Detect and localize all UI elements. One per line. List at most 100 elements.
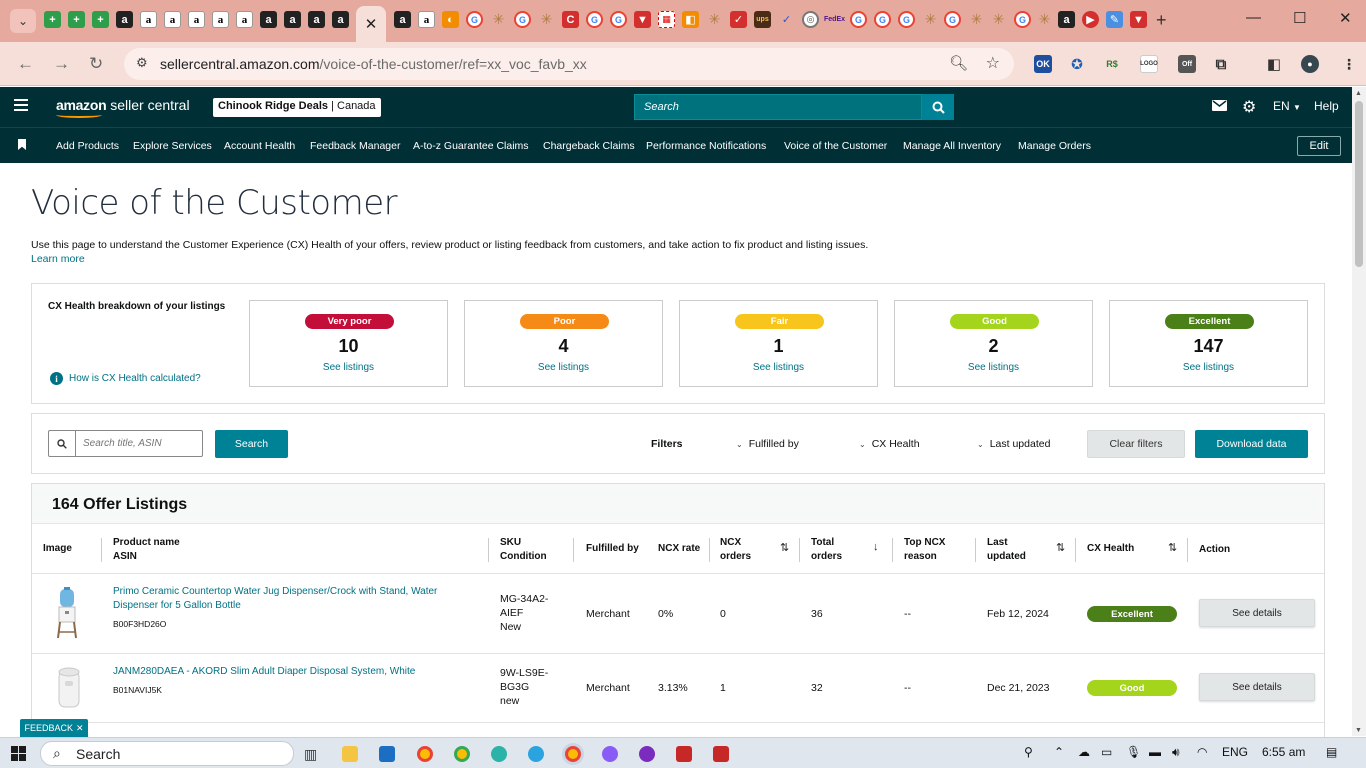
water-dispenser-thumbnail[interactable] bbox=[52, 587, 82, 639]
tab-favicon-amazon-icon[interactable]: a bbox=[260, 11, 277, 28]
new-tab-button[interactable]: + bbox=[1156, 10, 1167, 31]
tab-favicon-checker-icon[interactable]: ▦ bbox=[658, 11, 675, 28]
shortcut-performance-notifications[interactable]: Performance Notifications bbox=[646, 140, 766, 152]
tab-favicon-taco-icon[interactable]: ◐ bbox=[442, 11, 459, 28]
close-window-icon[interactable]: ✕ bbox=[1339, 9, 1352, 27]
settings-gear-icon[interactable]: ⚙ bbox=[1242, 97, 1256, 117]
see-details-button[interactable]: See details bbox=[1199, 599, 1315, 627]
browser-menu-icon[interactable]: ⋮ bbox=[1340, 55, 1358, 73]
back-arrow-icon[interactable]: ← bbox=[17, 54, 34, 74]
scroll-up-icon[interactable]: ▲ bbox=[1355, 90, 1362, 97]
fulfilled-by-dropdown[interactable]: ⌄ Fulfilled by bbox=[736, 438, 799, 450]
bookmark-icon[interactable] bbox=[18, 139, 26, 150]
scroll-down-icon[interactable]: ▼ bbox=[1355, 727, 1362, 734]
scrollbar-thumb[interactable] bbox=[1355, 101, 1363, 267]
shortcut-voice-of-customer[interactable]: Voice of the Customer bbox=[784, 140, 887, 152]
tab-favicon-plus-icon[interactable]: + bbox=[44, 11, 61, 28]
shortcut-a-to-z-claims[interactable]: A-to-z Guarantee Claims bbox=[413, 140, 529, 152]
chrome-profile-icon[interactable] bbox=[454, 746, 470, 762]
tab-favicon-fedex-icon[interactable]: FedEx bbox=[824, 11, 845, 28]
sort-down-arrow-icon[interactable]: ↓ bbox=[873, 541, 879, 553]
forward-arrow-icon[interactable]: → bbox=[53, 54, 70, 74]
tab-favicon-google-icon[interactable]: G bbox=[586, 11, 603, 28]
active-tab-close-icon[interactable]: ✕ bbox=[356, 6, 386, 42]
tab-search-chevron-icon[interactable]: ⌄ bbox=[10, 9, 36, 33]
microphone-icon[interactable]: 🎙︎ bbox=[1126, 745, 1141, 759]
shortcut-add-products[interactable]: Add Products bbox=[56, 140, 119, 152]
file-explorer-icon[interactable] bbox=[342, 746, 358, 762]
tab-favicon-loading-icon[interactable]: ✳ bbox=[538, 11, 555, 28]
url-text[interactable]: sellercentral.amazon.com/voice-of-the-cu… bbox=[160, 56, 587, 72]
cx-health-dropdown[interactable]: ⌄ CX Health bbox=[859, 438, 920, 450]
tab-favicon-ups-icon[interactable]: ups bbox=[754, 11, 771, 28]
display-icon[interactable]: ▭ bbox=[1101, 745, 1112, 759]
messages-mail-icon[interactable] bbox=[1212, 100, 1227, 114]
clock-time[interactable]: 6:55 am bbox=[1262, 745, 1305, 759]
extension-ok-icon[interactable]: OK bbox=[1034, 55, 1052, 73]
extension-rs-icon[interactable]: R$ bbox=[1103, 55, 1121, 73]
side-panel-icon[interactable]: ◧ bbox=[1265, 55, 1283, 73]
tab-favicon-youtube-icon[interactable]: ▶ bbox=[1082, 11, 1099, 28]
chrome-icon[interactable] bbox=[417, 746, 433, 762]
tab-favicon-google-icon[interactable]: G bbox=[944, 11, 961, 28]
tab-favicon-orange-icon[interactable]: ◧ bbox=[682, 11, 699, 28]
tab-favicon-google-icon[interactable]: G bbox=[850, 11, 867, 28]
tab-favicon-loading-icon[interactable]: ✳ bbox=[1036, 11, 1053, 28]
col-ncx-orders[interactable]: NCX orders bbox=[720, 536, 751, 564]
task-view-icon[interactable]: ▥ bbox=[304, 746, 320, 762]
mcafee-icon[interactable] bbox=[713, 746, 729, 762]
telegram-icon[interactable] bbox=[528, 746, 544, 762]
learn-more-link[interactable]: Learn more bbox=[31, 253, 85, 265]
store-selector[interactable]: Chinook Ridge Deals | Canada bbox=[213, 98, 381, 117]
see-listings-link[interactable]: See listings bbox=[1110, 362, 1307, 373]
tab-favicon-google-icon[interactable]: G bbox=[610, 11, 627, 28]
input-language[interactable]: ENG bbox=[1222, 745, 1248, 759]
tab-favicon-loading-icon[interactable]: ✳ bbox=[922, 11, 939, 28]
minimize-icon[interactable]: — bbox=[1246, 9, 1261, 26]
tab-favicon-google-icon[interactable]: G bbox=[514, 11, 531, 28]
see-listings-link[interactable]: See listings bbox=[250, 362, 447, 373]
people-icon[interactable]: ⚲ bbox=[1024, 745, 1033, 759]
product-name-link[interactable]: Primo Ceramic Countertop Water Jug Dispe… bbox=[113, 585, 473, 613]
reload-icon[interactable]: ↻ bbox=[89, 54, 103, 74]
shortcut-account-health[interactable]: Account Health bbox=[224, 140, 295, 152]
seller-central-logo[interactable]: amazon seller central bbox=[56, 97, 190, 118]
see-details-button[interactable]: See details bbox=[1199, 673, 1315, 701]
tab-favicon-amazon-icon[interactable]: a bbox=[1058, 11, 1075, 28]
tab-favicon-google-icon[interactable]: G bbox=[898, 11, 915, 28]
tab-favicon-amazon-icon[interactable]: a bbox=[284, 11, 301, 28]
profile-avatar[interactable]: ● bbox=[1301, 55, 1319, 73]
sort-updown-icon[interactable]: ⇅ bbox=[780, 541, 789, 554]
chrome-active-icon[interactable] bbox=[565, 746, 581, 762]
tab-favicon-google-icon[interactable]: G bbox=[1014, 11, 1031, 28]
tab-favicon-amazon-icon[interactable]: a bbox=[332, 11, 349, 28]
tab-favicon-amazon-icon[interactable]: a bbox=[164, 11, 181, 28]
clear-filters-button[interactable]: Clear filters bbox=[1087, 430, 1185, 458]
tab-favicon-amazon-icon[interactable]: a bbox=[418, 11, 435, 28]
col-cx-health[interactable]: CX Health bbox=[1087, 542, 1134, 556]
tab-favicon-amazon-icon[interactable]: a bbox=[308, 11, 325, 28]
tab-favicon-amazon-icon[interactable]: a bbox=[212, 11, 229, 28]
tab-favicon-pencil-icon[interactable]: ✎ bbox=[1106, 11, 1123, 28]
tab-favicon-amazon-icon[interactable]: a bbox=[394, 11, 411, 28]
tab-favicon-canada-post-icon[interactable]: ▼ bbox=[634, 11, 651, 28]
see-listings-link[interactable]: See listings bbox=[680, 362, 877, 373]
tab-favicon-red-icon[interactable]: C bbox=[562, 11, 579, 28]
tab-favicon-loading-icon[interactable]: ✳ bbox=[990, 11, 1007, 28]
windows-start-icon[interactable] bbox=[11, 746, 26, 761]
listing-search-input[interactable] bbox=[77, 432, 201, 455]
edit-shortcuts-button[interactable]: Edit bbox=[1297, 136, 1341, 156]
search-button[interactable]: Search bbox=[215, 430, 288, 458]
see-listings-link[interactable]: See listings bbox=[465, 362, 662, 373]
tab-favicon-amazon-icon[interactable]: a bbox=[236, 11, 253, 28]
extension-logo-icon[interactable]: LOGO bbox=[1140, 55, 1158, 73]
volume-icon[interactable]: 🔊︎ bbox=[1172, 745, 1180, 760]
tab-favicon-google-icon[interactable]: G bbox=[466, 11, 483, 28]
language-selector[interactable]: EN ▼ bbox=[1273, 99, 1301, 113]
edge-icon[interactable] bbox=[491, 746, 507, 762]
tab-favicon-google-icon[interactable]: G bbox=[874, 11, 891, 28]
header-search-button[interactable] bbox=[922, 94, 954, 120]
zoom-app-icon[interactable] bbox=[639, 746, 655, 762]
cloud-icon[interactable]: ☁ bbox=[1078, 745, 1090, 759]
last-updated-dropdown[interactable]: ⌄ Last updated bbox=[977, 438, 1050, 450]
